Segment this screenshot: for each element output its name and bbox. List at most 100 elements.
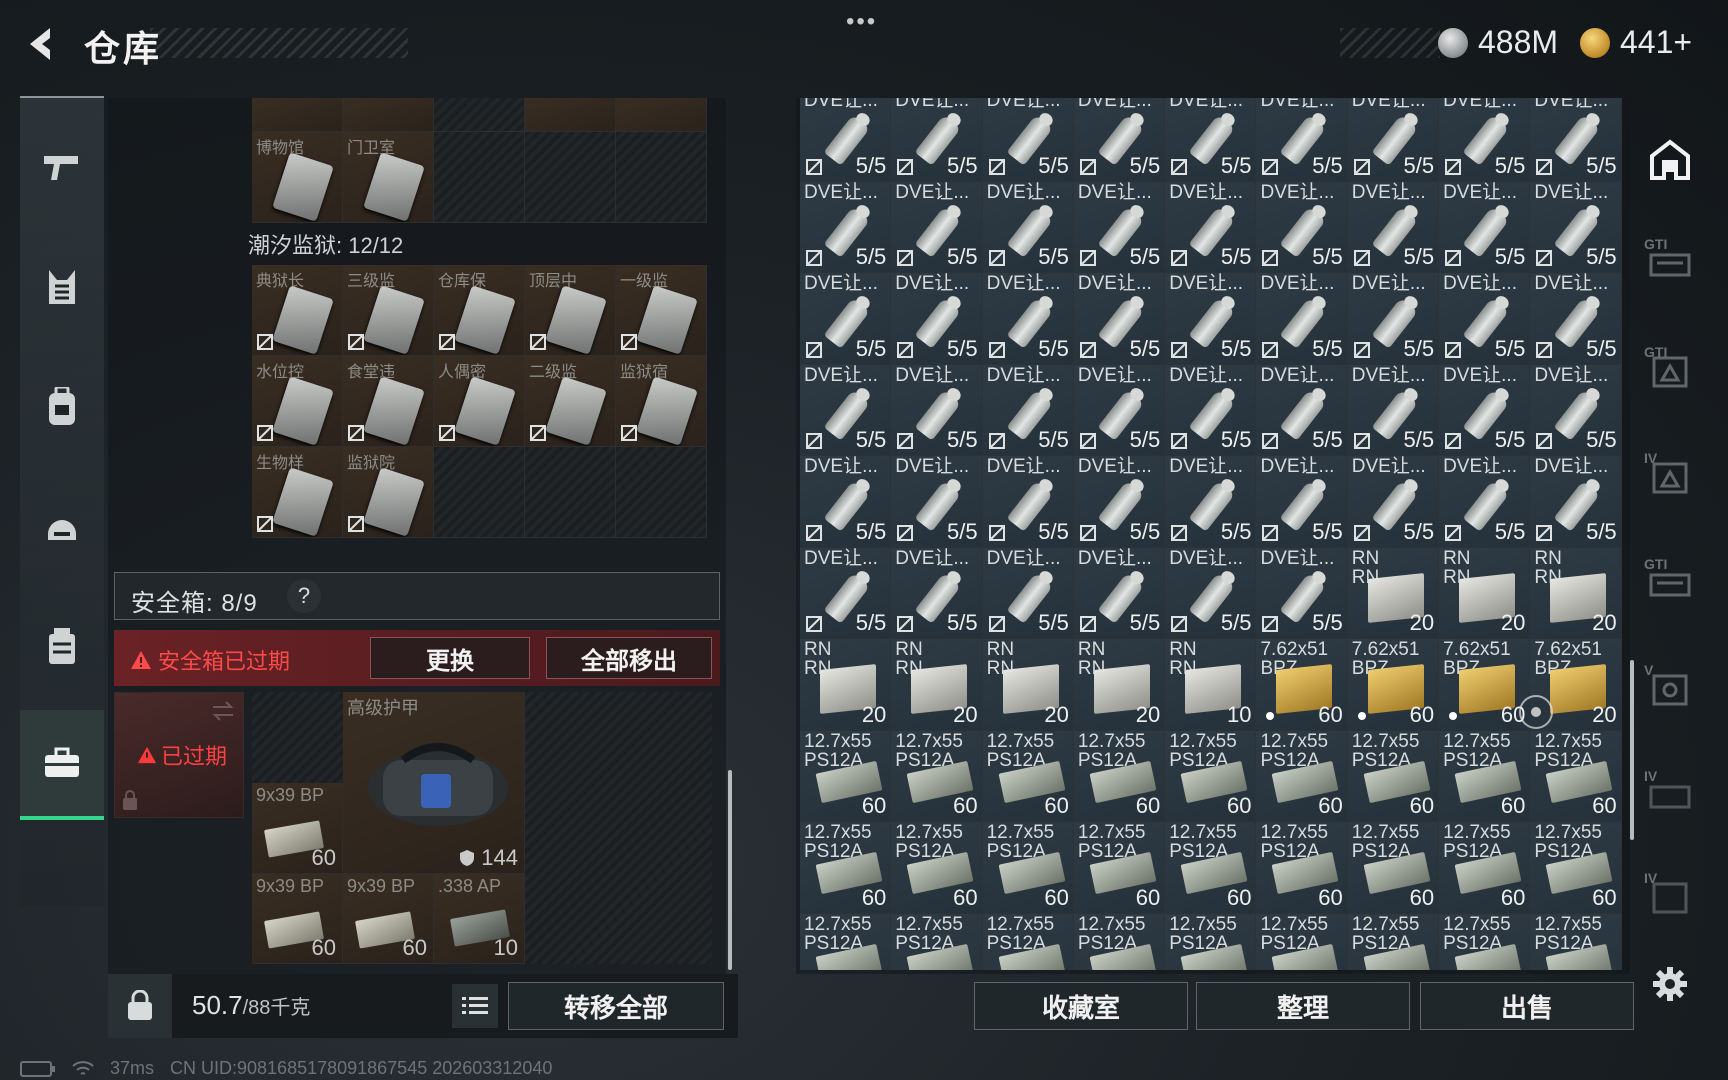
stash-item[interactable]: 12.7x55 PS12A 60: [1347, 822, 1440, 914]
sidebar-item-rig[interactable]: [20, 592, 104, 702]
key-item[interactable]: 门卫室: [343, 132, 434, 223]
stash-item[interactable]: DVE让... 5/5: [1530, 181, 1622, 273]
tab-case-5[interactable]: V: [1640, 658, 1700, 718]
safebox-slot[interactable]: 已过期: [114, 692, 244, 818]
left-scrollbar[interactable]: [728, 770, 732, 970]
stash-item[interactable]: 12.7x55 PS12A: [1165, 913, 1257, 970]
back-button[interactable]: [18, 22, 62, 66]
stash-scrollbar[interactable]: [1630, 660, 1634, 840]
stash-item[interactable]: 12.7x55 PS12A 60: [800, 822, 892, 914]
stash-item[interactable]: 12.7x55 PS12A 60: [982, 822, 1074, 914]
help-button[interactable]: ?: [287, 579, 321, 613]
stash-item[interactable]: DVE让... 5/5: [1073, 98, 1166, 182]
ammo-item[interactable]: 9x39 BP 60: [252, 783, 343, 874]
stash-item[interactable]: DVE让... 5/5: [800, 547, 892, 639]
key-item[interactable]: 一级监: [616, 265, 707, 356]
empty-cell[interactable]: [525, 447, 616, 538]
stash-item[interactable]: DVE让... 5/5: [1439, 98, 1531, 182]
tab-case-6[interactable]: IV: [1640, 764, 1700, 824]
key-item[interactable]: 食堂违: [343, 356, 434, 447]
stash-item[interactable]: DVE让... 5/5: [1073, 547, 1166, 639]
stash-item[interactable]: DVE让... 5/5: [1165, 98, 1257, 182]
empty-cell[interactable]: [616, 447, 707, 538]
stash-item[interactable]: 12.7x55 PS12A 60: [1256, 730, 1348, 822]
stash-item[interactable]: RN RN 20: [1347, 547, 1440, 639]
stash-item[interactable]: DVE让... 5/5: [891, 273, 983, 365]
stash-item[interactable]: DVE让... 5/5: [1165, 364, 1257, 456]
lock-button[interactable]: [108, 974, 172, 1038]
tab-case-4[interactable]: GTI: [1640, 552, 1700, 612]
tab-case-3[interactable]: IV: [1640, 446, 1700, 506]
stash-item[interactable]: 12.7x55 PS12A 60: [891, 822, 983, 914]
stash-item[interactable]: DVE让... 5/5: [1165, 456, 1257, 548]
stash-item[interactable]: DVE让... 5/5: [982, 456, 1074, 548]
stash-item[interactable]: DVE让... 5/5: [1073, 456, 1166, 548]
stash-item[interactable]: 12.7x55 PS12A: [1530, 913, 1622, 970]
stash-item[interactable]: DVE让... 5/5: [982, 273, 1074, 365]
stash-item[interactable]: 12.7x55 PS12A: [800, 913, 892, 970]
key-item[interactable]: 博物馆: [252, 132, 343, 223]
sidebar-item-armor[interactable]: [20, 232, 104, 342]
stash-item[interactable]: DVE让... 5/5: [1073, 273, 1166, 365]
key-item[interactable]: 监狱院: [343, 447, 434, 538]
ammo-item[interactable]: .338 AP 10: [434, 874, 525, 964]
key-item[interactable]: 二级监: [525, 356, 616, 447]
stash-item[interactable]: RN RN 20: [982, 639, 1074, 731]
stash-item[interactable]: 12.7x55 PS12A 60: [1347, 730, 1440, 822]
stash-item[interactable]: RN RN 20: [800, 639, 892, 731]
stash-item[interactable]: 12.7x55 PS12A 60: [1073, 822, 1166, 914]
item-cell[interactable]: [525, 98, 616, 132]
stash-item[interactable]: DVE让... 5/5: [1439, 364, 1531, 456]
item-cell[interactable]: [343, 98, 434, 132]
stash-item[interactable]: DVE让... 5/5: [1073, 181, 1166, 273]
settings-button[interactable]: [1648, 962, 1692, 1006]
list-view-button[interactable]: [452, 984, 498, 1028]
stash-item[interactable]: 12.7x55 PS12A: [982, 913, 1074, 970]
stash-item[interactable]: DVE让... 5/5: [1347, 456, 1440, 548]
key-item[interactable]: 典狱长: [252, 265, 343, 356]
item-cell[interactable]: [616, 98, 707, 132]
stash-item[interactable]: DVE让... 5/5: [1530, 98, 1622, 182]
empty-cell[interactable]: [434, 132, 525, 223]
empty-cell[interactable]: [434, 98, 525, 132]
stash-item[interactable]: 7.62x51 BPZ 60: [1256, 639, 1348, 731]
stash-item[interactable]: DVE让... 5/5: [1347, 181, 1440, 273]
empty-cell[interactable]: [434, 447, 525, 538]
stash-item[interactable]: 12.7x55 PS12A: [1439, 913, 1531, 970]
ammo-item[interactable]: 9x39 BP 60: [343, 874, 434, 964]
stash-item[interactable]: DVE让... 5/5: [1439, 456, 1531, 548]
armor-item[interactable]: 高级护甲 144: [343, 692, 525, 874]
stash-item[interactable]: 12.7x55 PS12A: [1256, 913, 1348, 970]
stash-item[interactable]: DVE让... 5/5: [1165, 547, 1257, 639]
stash-item[interactable]: DVE让... 5/5: [1073, 364, 1166, 456]
stash-item[interactable]: DVE让... 5/5: [1347, 98, 1440, 182]
stash-item[interactable]: DVE让... 5/5: [982, 547, 1074, 639]
stash-item[interactable]: RN RN 20: [1530, 547, 1622, 639]
stash-item[interactable]: DVE让... 5/5: [891, 181, 983, 273]
stash-item[interactable]: DVE让... 5/5: [1439, 181, 1531, 273]
stash-item[interactable]: 12.7x55 PS12A 60: [1073, 730, 1166, 822]
stash-item[interactable]: 12.7x55 PS12A 60: [1439, 822, 1531, 914]
stash-item[interactable]: 12.7x55 PS12A: [891, 913, 983, 970]
transfer-all-button[interactable]: 转移全部: [508, 982, 724, 1030]
stash-item[interactable]: 12.7x55 PS12A 60: [891, 730, 983, 822]
stash-item[interactable]: DVE让... 5/5: [1256, 98, 1348, 182]
ammo-item[interactable]: 9x39 BP 60: [252, 874, 343, 964]
stash-item[interactable]: DVE让... 5/5: [1256, 181, 1348, 273]
empty-cell[interactable]: [525, 132, 616, 223]
stash-item[interactable]: 12.7x55 PS12A 60: [1439, 730, 1531, 822]
stash-item[interactable]: DVE让... 5/5: [800, 364, 892, 456]
stash-item[interactable]: 12.7x55 PS12A 60: [1165, 822, 1257, 914]
stash-item[interactable]: RN RN 10: [1165, 639, 1257, 731]
sort-button[interactable]: 整理: [1196, 982, 1410, 1030]
stash-item[interactable]: DVE让... 5/5: [1347, 273, 1440, 365]
stash-item[interactable]: DVE让... 5/5: [1530, 456, 1622, 548]
stash-item[interactable]: DVE让... 5/5: [982, 181, 1074, 273]
stash-item[interactable]: DVE让... 5/5: [1256, 273, 1348, 365]
key-item[interactable]: 顶层中: [525, 265, 616, 356]
sell-button[interactable]: 出售: [1420, 982, 1634, 1030]
stash-item[interactable]: DVE让... 5/5: [1165, 273, 1257, 365]
stash-item[interactable]: 7.62x51 BPZ 60: [1347, 639, 1440, 731]
currency-gold[interactable]: 441+: [1580, 24, 1692, 61]
tab-main-stash[interactable]: [1640, 130, 1700, 190]
